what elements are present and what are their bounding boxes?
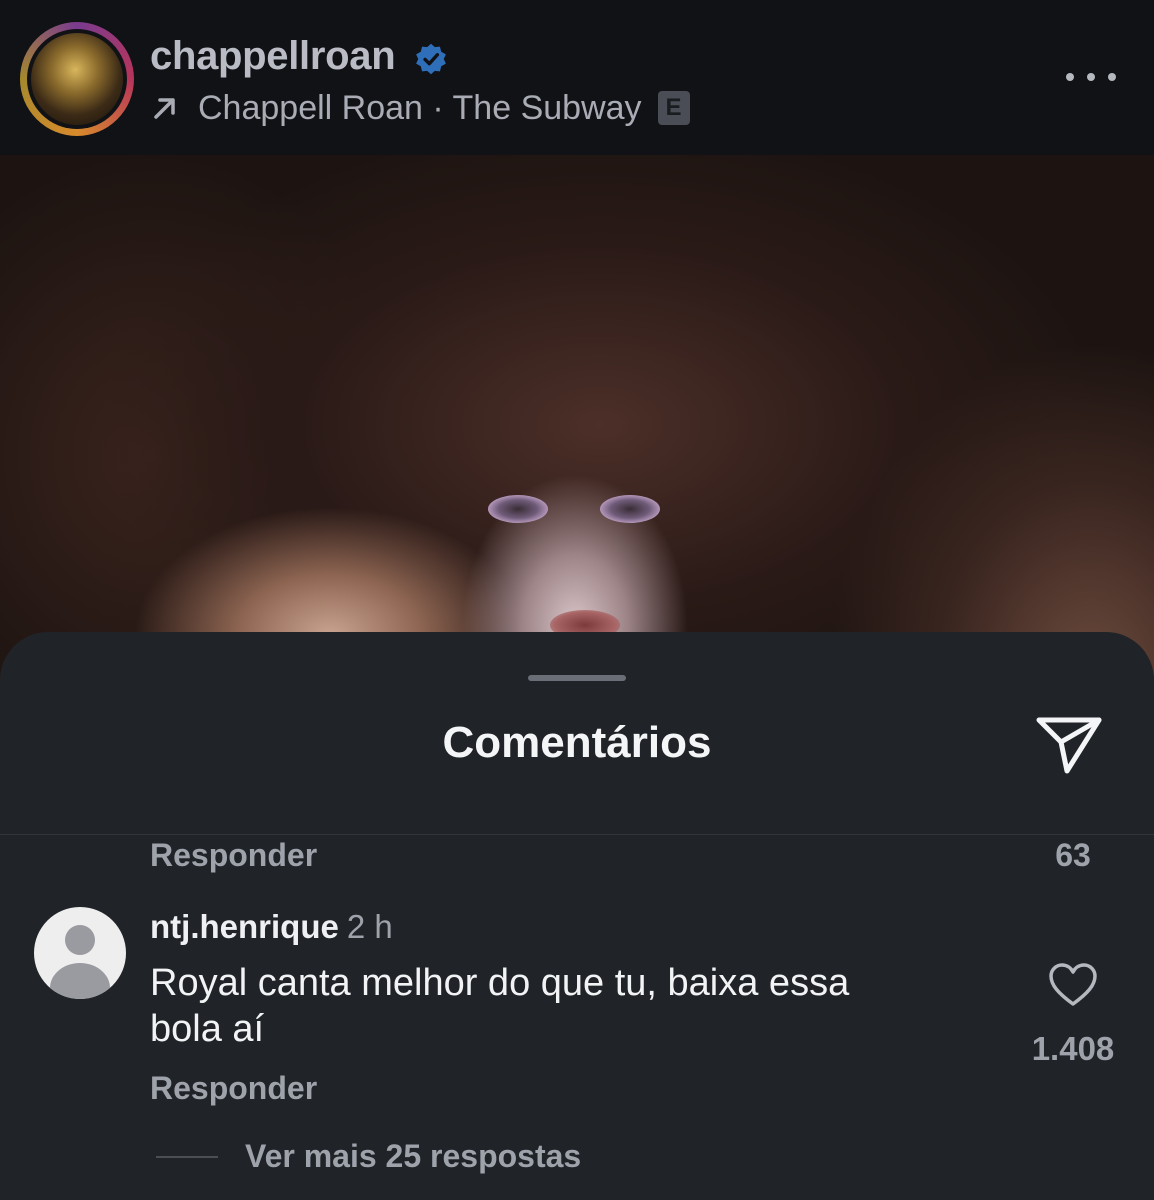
reply-button[interactable]: Responder [150,837,317,874]
view-more-replies-button[interactable]: Ver mais 25 respostas [245,1138,581,1175]
profile-avatar[interactable] [20,22,134,136]
photo-detail [488,495,548,523]
avatar[interactable] [34,907,126,999]
reply-button[interactable]: Responder [150,1070,317,1107]
send-icon[interactable] [1034,714,1104,776]
comments-sheet: Comentários Responder 63 ntj.henrique 2 h… [0,632,1154,1200]
profile-photo [31,33,123,125]
post-image[interactable] [0,155,1154,715]
comment-like-count: 1.408 [1031,1030,1115,1067]
comment-username[interactable]: ntj.henrique [150,908,339,945]
heart-icon[interactable] [1048,962,1098,1008]
comment-time: 2 h [346,908,393,945]
music-attribution[interactable]: Chappell Roan · The Subway E [150,86,690,130]
post-header: chappellroan Chappell Roan · The Subway … [0,0,1154,155]
replies-divider [156,1156,218,1158]
sheet-title: Comentários [442,718,712,767]
comment-text: Royal canta melhor do que tu, baixa essa… [150,962,850,1050]
post-username[interactable]: chappellroan [150,34,396,79]
photo-detail [600,495,660,523]
divider [0,834,1154,835]
more-options-icon[interactable] [1066,64,1116,90]
comment-author: ntj.henrique 2 h [150,908,393,946]
arrow-up-right-icon [154,98,175,119]
explicit-badge: E [657,91,690,125]
like-count: 63 [1055,837,1091,873]
music-title: Chappell Roan · The Subway [198,88,642,127]
sheet-grab-handle[interactable] [528,675,626,681]
verified-badge-icon [416,43,446,75]
